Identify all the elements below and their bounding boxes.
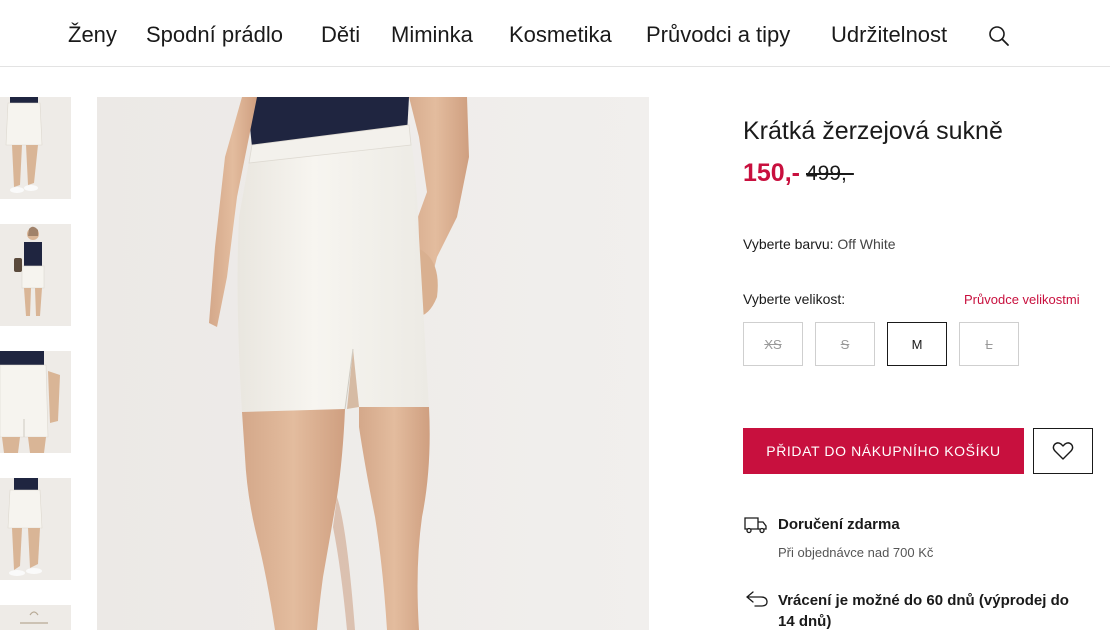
thumbnail-4[interactable] [0, 478, 71, 580]
size-guide-link[interactable]: Průvodce velikostmi [964, 292, 1080, 308]
heart-icon [1052, 442, 1074, 460]
color-selector: Vyberte barvu: Off White [743, 236, 896, 253]
free-delivery-subtitle: Při objednávce nad 700 Kč [778, 545, 934, 560]
thumbnail-1[interactable] [0, 97, 71, 199]
nav-item-udrzitelnost[interactable]: Udržitelnost [831, 22, 947, 48]
return-arrow-icon [746, 591, 768, 607]
thumbnail-3[interactable] [0, 351, 71, 453]
nav-item-spodni-pradlo[interactable]: Spodní prádlo [146, 22, 283, 48]
color-value: Off White [837, 236, 896, 252]
top-navigation: Ženy Spodní prádlo Děti Miminka Kosmetik… [0, 0, 1110, 67]
nav-item-kosmetika[interactable]: Kosmetika [509, 22, 612, 48]
size-option-label: S [840, 336, 850, 352]
size-option-m[interactable]: M [887, 322, 947, 366]
add-to-cart-button[interactable]: PŘIDAT DO NÁKUPNÍHO KOŠÍKU [743, 428, 1024, 474]
wishlist-button[interactable] [1033, 428, 1093, 474]
size-option-l[interactable]: L [959, 322, 1019, 366]
original-price: 499,- [806, 162, 854, 185]
truck-icon [744, 517, 767, 534]
nav-item-zeny[interactable]: Ženy [68, 22, 117, 48]
thumbnail-5[interactable] [0, 605, 71, 630]
sale-price: 150,- [743, 159, 800, 187]
nav-item-pruvodci[interactable]: Průvodci a tipy [646, 22, 790, 48]
size-label: Vyberte velikost: [743, 291, 846, 307]
color-label: Vyberte barvu: [743, 236, 834, 252]
free-delivery-title: Doručení zdarma [778, 516, 900, 533]
size-option-label: L [985, 336, 993, 352]
size-option-s[interactable]: S [815, 322, 875, 366]
returns-title: Vrácení je možné do 60 dnů (výprodej do … [778, 592, 1069, 630]
thumbnail-2[interactable] [0, 224, 71, 326]
main-product-image[interactable] [97, 97, 649, 630]
nav-item-miminka[interactable]: Miminka [391, 22, 473, 48]
size-option-label: M [911, 336, 923, 352]
nav-item-deti[interactable]: Děti [321, 22, 360, 48]
search-icon[interactable] [988, 25, 1010, 47]
product-title: Krátká žerzejová sukně [743, 117, 1003, 145]
size-option-xs[interactable]: XS [743, 322, 803, 366]
size-option-label: XS [764, 336, 782, 352]
